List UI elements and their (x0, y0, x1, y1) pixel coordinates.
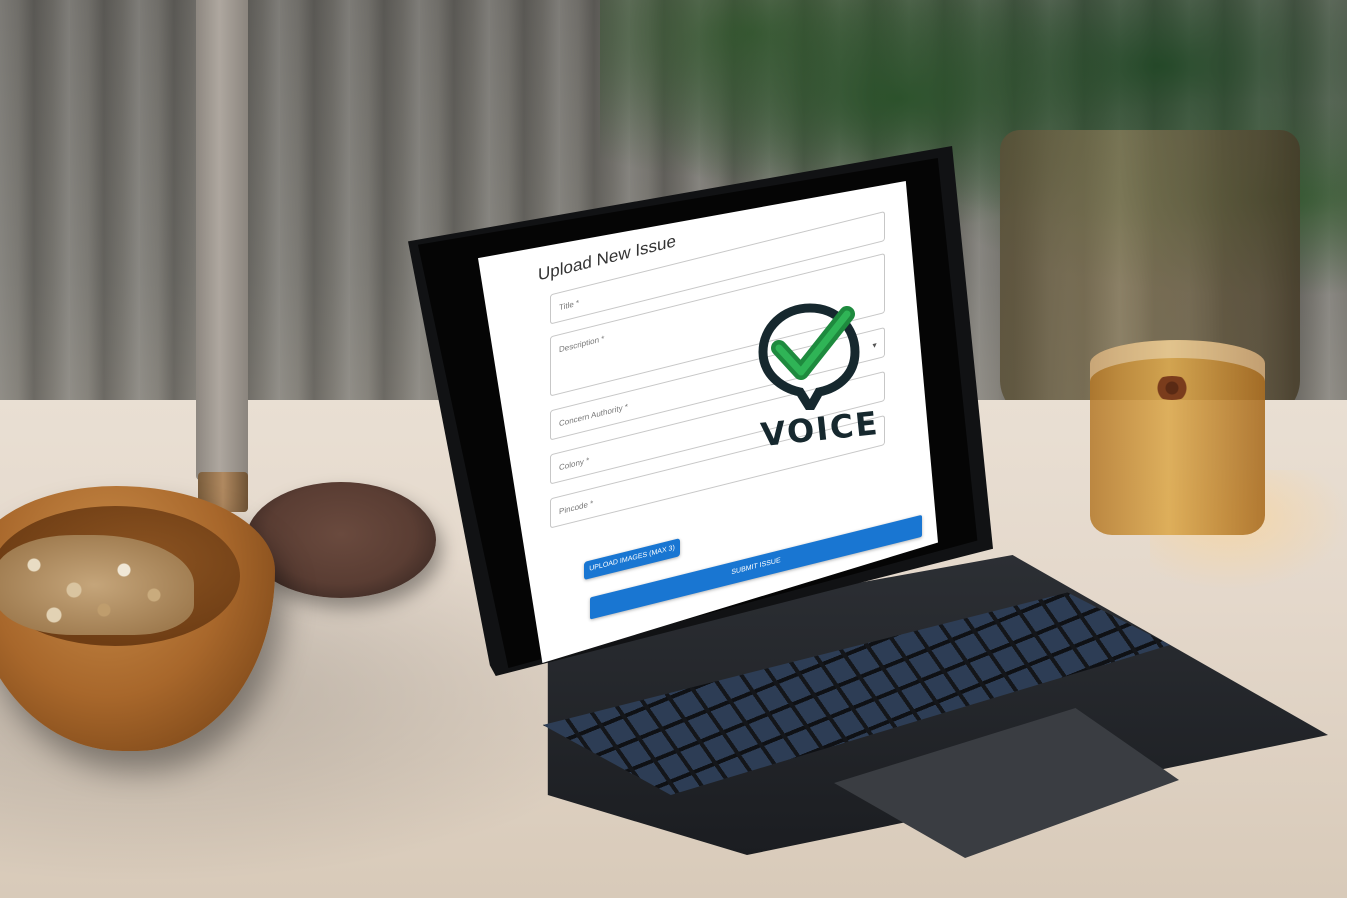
logo-text: VOICE (759, 403, 881, 455)
description-field-label: Description * (559, 333, 605, 355)
title-field-label: Title * (559, 298, 580, 313)
product-photo-scene: Upload New Issue Title * Description * C… (0, 0, 1347, 898)
candle (196, 0, 248, 480)
colony-field-label: Colony * (559, 455, 590, 473)
upload-images-button[interactable]: UPLOAD IMAGES (MAX 3) (584, 538, 680, 581)
drink-glass (1090, 340, 1265, 535)
checkmark-location-pin-icon (758, 303, 860, 417)
nuts (0, 535, 194, 635)
voice-logo: VOICE (755, 300, 885, 475)
star-anise (1150, 376, 1194, 400)
pincode-field-label: Pincode * (559, 498, 594, 517)
concern-authority-label: Concern Authority * (559, 402, 628, 429)
